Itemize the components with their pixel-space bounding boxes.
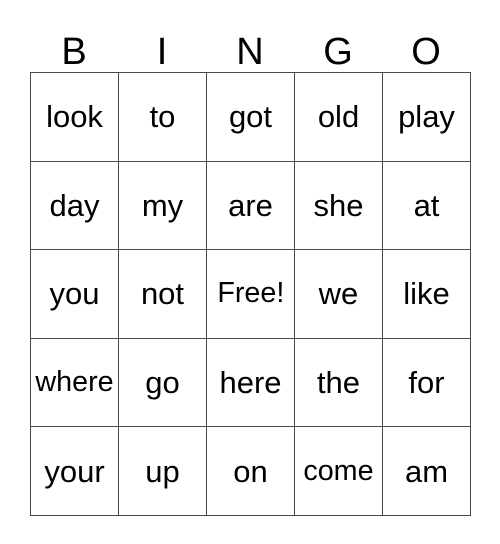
bingo-cell[interactable]: old: [295, 73, 383, 162]
bingo-cell[interactable]: here: [207, 338, 295, 428]
bingo-grid: look to got old play day my are she at y…: [30, 72, 471, 516]
bingo-cell[interactable]: come: [295, 427, 383, 516]
bingo-cell-label: got: [228, 99, 273, 135]
bingo-cell-label: day: [49, 187, 100, 223]
bingo-cell-label: go: [145, 365, 180, 401]
bingo-cell-label: you: [49, 276, 100, 312]
bingo-cell-label: she: [313, 187, 364, 223]
bingo-cell[interactable]: you: [31, 250, 119, 339]
bingo-cell[interactable]: not: [119, 250, 207, 339]
bingo-cell[interactable]: she: [295, 161, 383, 251]
bingo-cell[interactable]: day: [31, 161, 119, 251]
bingo-cell-label: play: [398, 99, 455, 135]
bingo-header-letter-b: B: [61, 31, 87, 73]
bingo-header-letter-n: N: [236, 31, 264, 73]
bingo-cell-label: up: [145, 453, 180, 489]
bingo-header-letter-i: I: [156, 31, 168, 73]
bingo-cell[interactable]: the: [295, 338, 383, 428]
bingo-free-space-label: Free!: [216, 277, 285, 310]
bingo-cell[interactable]: am: [383, 427, 471, 516]
bingo-cell[interactable]: where: [31, 338, 119, 428]
bingo-cell-label: your: [44, 453, 105, 489]
bingo-cell[interactable]: play: [383, 73, 471, 162]
bingo-cell[interactable]: my: [119, 161, 207, 251]
bingo-cell-label: for: [408, 365, 445, 401]
bingo-free-space-cell[interactable]: Free!: [207, 250, 295, 339]
bingo-cell-label: not: [140, 276, 185, 312]
bingo-cell-label: are: [228, 187, 273, 223]
bingo-cell-label: old: [317, 99, 360, 135]
bingo-cell[interactable]: on: [207, 427, 295, 516]
bingo-cell[interactable]: your: [31, 427, 119, 516]
bingo-cell[interactable]: for: [383, 338, 471, 428]
bingo-cell-label: am: [404, 453, 449, 489]
bingo-cell[interactable]: got: [207, 73, 295, 162]
bingo-cell[interactable]: up: [119, 427, 207, 516]
bingo-cell-label: the: [316, 365, 361, 401]
bingo-cell-label: come: [303, 454, 374, 487]
bingo-cell[interactable]: to: [119, 73, 207, 162]
bingo-cell[interactable]: at: [383, 161, 471, 251]
bingo-card: B I N G O look to got old play day my ar…: [30, 18, 471, 516]
bingo-cell-label: my: [141, 187, 184, 223]
bingo-header-row: B I N G O: [30, 18, 470, 72]
bingo-cell-label: on: [233, 453, 268, 489]
bingo-header-letter-g: G: [323, 31, 353, 73]
bingo-cell-label: look: [46, 99, 103, 135]
bingo-cell-label: here: [219, 365, 282, 401]
bingo-cell-label: to: [149, 99, 176, 135]
bingo-cell[interactable]: look: [31, 73, 119, 162]
bingo-cell-label: we: [318, 276, 359, 312]
bingo-cell[interactable]: we: [295, 250, 383, 339]
bingo-cell-label: like: [403, 276, 450, 312]
bingo-header-letter-o: O: [411, 31, 441, 73]
bingo-cell[interactable]: go: [119, 338, 207, 428]
bingo-cell[interactable]: are: [207, 161, 295, 251]
bingo-cell-label: at: [413, 187, 440, 223]
bingo-cell-label: where: [35, 366, 114, 399]
bingo-cell[interactable]: like: [383, 250, 471, 339]
